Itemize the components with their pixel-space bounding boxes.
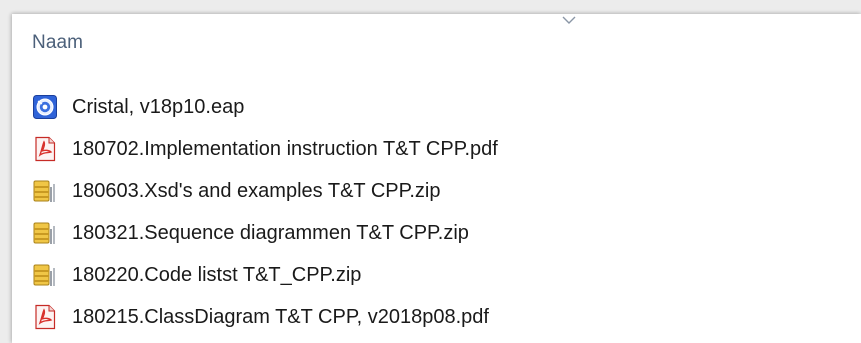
file-name: 180220.Code listst T&T_CPP.zip [72, 263, 362, 286]
file-name: Cristal, v18p10.eap [72, 95, 245, 118]
file-explorer-pane: Naam Cristal, v18p10.eap 180702.Implemen… [12, 14, 861, 343]
file-row-pdf[interactable]: 180702.Implementation instruction T&T CP… [32, 128, 508, 170]
zip-archive-icon [33, 180, 55, 202]
file-row-zip[interactable]: 180321.Sequence diagrammen T&T CPP.zip [32, 212, 508, 254]
pdf-file-icon [35, 136, 56, 162]
sort-chevron-icon[interactable] [560, 14, 578, 26]
file-row-pdf[interactable]: 180215.ClassDiagram T&T CPP, v2018p08.pd… [32, 296, 508, 338]
file-name: 180702.Implementation instruction T&T CP… [72, 137, 498, 160]
file-name: 180215.ClassDiagram T&T CPP, v2018p08.pd… [72, 305, 489, 328]
file-row-zip[interactable]: 180603.Xsd's and examples T&T CPP.zip [32, 170, 508, 212]
file-row-ea-project[interactable]: Cristal, v18p10.eap [32, 86, 508, 128]
file-name: 180603.Xsd's and examples T&T CPP.zip [72, 179, 441, 202]
column-header-name[interactable]: Naam [32, 32, 83, 54]
file-row-zip[interactable]: 180220.Code listst T&T_CPP.zip [32, 254, 508, 296]
zip-archive-icon [33, 264, 55, 286]
column-header-bar: Naam [12, 14, 861, 76]
zip-archive-icon [33, 222, 55, 244]
ea-project-icon [33, 95, 57, 119]
pdf-file-icon [35, 304, 56, 330]
file-name: 180321.Sequence diagrammen T&T CPP.zip [72, 221, 469, 244]
file-list: Cristal, v18p10.eap 180702.Implementatio… [32, 86, 508, 338]
